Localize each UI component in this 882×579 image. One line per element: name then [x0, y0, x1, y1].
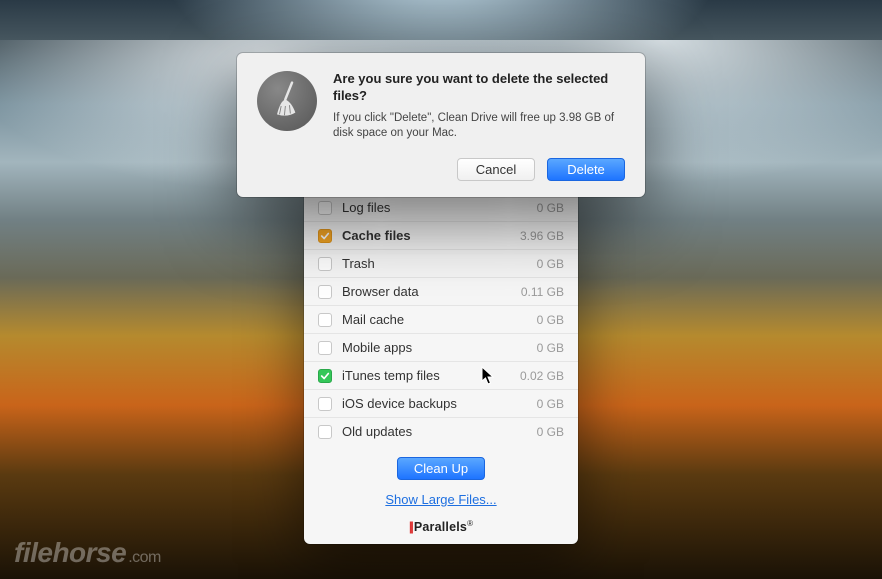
row-itunes-temp[interactable]: iTunes temp files 0.02 GB — [304, 362, 578, 390]
clean-up-button[interactable]: Clean Up — [397, 457, 485, 480]
checkbox[interactable] — [318, 313, 332, 327]
row-label: Browser data — [342, 284, 521, 299]
confirm-delete-dialog: Are you sure you want to delete the sele… — [237, 53, 645, 197]
row-label: Trash — [342, 256, 537, 271]
row-label: Log files — [342, 200, 537, 215]
row-label: iTunes temp files — [342, 368, 520, 383]
checkbox-checked[interactable] — [318, 229, 332, 243]
clean-drive-panel: Log files 0 GB Cache files 3.96 GB Trash… — [304, 176, 578, 544]
checkbox-checked[interactable] — [318, 369, 332, 383]
row-cache-files[interactable]: Cache files 3.96 GB — [304, 222, 578, 250]
row-label: Cache files — [342, 228, 520, 243]
checkbox[interactable] — [318, 425, 332, 439]
checkbox[interactable] — [318, 201, 332, 215]
checkbox[interactable] — [318, 341, 332, 355]
row-label: Mail cache — [342, 312, 537, 327]
broom-icon — [257, 71, 317, 131]
show-large-files-link[interactable]: Show Large Files... — [304, 492, 578, 507]
row-log-files[interactable]: Log files 0 GB — [304, 194, 578, 222]
row-size: 0 GB — [537, 257, 564, 271]
row-size: 0 GB — [537, 397, 564, 411]
row-old-updates[interactable]: Old updates 0 GB — [304, 418, 578, 445]
checkbox[interactable] — [318, 397, 332, 411]
cancel-button[interactable]: Cancel — [457, 158, 535, 181]
dialog-title: Are you sure you want to delete the sele… — [333, 71, 625, 105]
brand-label: ||Parallels® — [304, 517, 578, 538]
delete-button[interactable]: Delete — [547, 158, 625, 181]
dialog-message: If you click "Delete", Clean Drive will … — [333, 111, 625, 142]
parallels-logo-icon: || — [409, 520, 412, 534]
row-size: 0 GB — [537, 341, 564, 355]
row-ios-backups[interactable]: iOS device backups 0 GB — [304, 390, 578, 418]
row-label: iOS device backups — [342, 396, 537, 411]
row-label: Mobile apps — [342, 340, 537, 355]
row-size: 0 GB — [537, 313, 564, 327]
row-size: 0 GB — [537, 425, 564, 439]
row-trash[interactable]: Trash 0 GB — [304, 250, 578, 278]
row-mail-cache[interactable]: Mail cache 0 GB — [304, 306, 578, 334]
watermark: filehorse.com — [14, 537, 161, 569]
checkbox[interactable] — [318, 257, 332, 271]
row-size: 3.96 GB — [520, 229, 564, 243]
row-browser-data[interactable]: Browser data 0.11 GB — [304, 278, 578, 306]
row-mobile-apps[interactable]: Mobile apps 0 GB — [304, 334, 578, 362]
row-label: Old updates — [342, 424, 537, 439]
checkbox[interactable] — [318, 285, 332, 299]
row-size: 0.02 GB — [520, 369, 564, 383]
row-size: 0 GB — [537, 201, 564, 215]
file-category-list: Log files 0 GB Cache files 3.96 GB Trash… — [304, 190, 578, 447]
row-size: 0.11 GB — [521, 285, 564, 299]
